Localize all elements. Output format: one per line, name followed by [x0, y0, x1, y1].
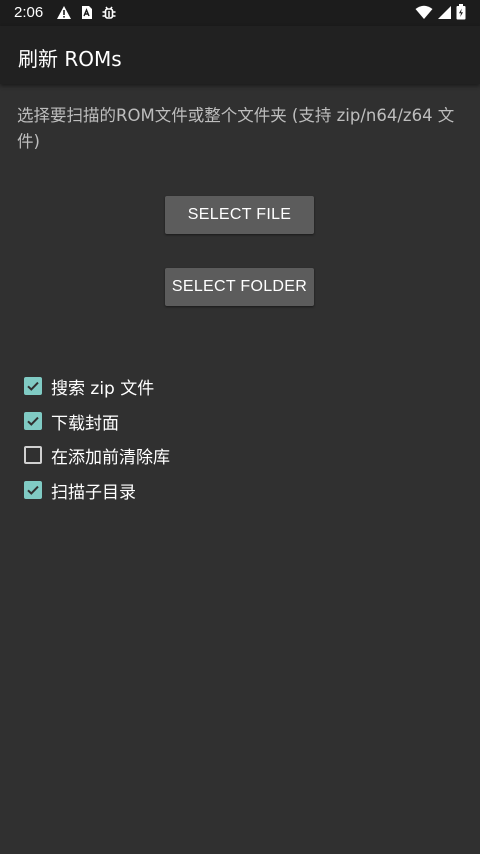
select-folder-button[interactable]: SELECT FOLDER	[165, 268, 314, 306]
checkmark-icon	[27, 381, 39, 391]
checkmark-icon	[27, 485, 39, 495]
option-label: 下载封面	[51, 413, 119, 434]
sim-card-icon	[80, 5, 93, 20]
battery-charging-icon	[456, 4, 466, 20]
status-bar: 2:06	[0, 0, 480, 26]
status-notification-icons	[56, 4, 117, 20]
scan-description: 选择要扫描的ROM文件或整个文件夹 (支持 zip/n64/z64 文件)	[17, 106, 455, 151]
screen: 2:06 刷新 ROMs 选择要扫描的ROM文件或整个文件夹 (支持 zip/n…	[0, 0, 480, 854]
cell-signal-icon	[437, 5, 452, 20]
option-clear-library[interactable]: 在添加前清除库	[24, 442, 170, 468]
checkmark-icon	[27, 416, 39, 426]
scan-subdirectories-checkbox[interactable]	[24, 481, 42, 499]
status-time: 2:06	[14, 4, 44, 21]
option-scan-subdirectories[interactable]: 扫描子目录	[24, 477, 136, 503]
option-label: 扫描子目录	[51, 482, 136, 503]
option-search-zip[interactable]: 搜索 zip 文件	[24, 373, 154, 399]
clear-library-checkbox[interactable]	[24, 446, 42, 464]
select-file-button[interactable]: SELECT FILE	[165, 196, 314, 234]
debug-bug-icon	[101, 4, 117, 20]
search-zip-checkbox[interactable]	[24, 377, 42, 395]
option-label: 搜索 zip 文件	[51, 378, 155, 399]
option-download-covers[interactable]: 下载封面	[24, 408, 119, 434]
app-bar: 刷新 ROMs	[0, 26, 480, 84]
wifi-icon	[415, 5, 433, 20]
status-system-icons	[415, 4, 466, 20]
page-title: 刷新 ROMs	[18, 47, 122, 71]
download-covers-checkbox[interactable]	[24, 412, 42, 430]
option-label: 在添加前清除库	[51, 447, 170, 468]
warning-icon	[56, 5, 72, 20]
